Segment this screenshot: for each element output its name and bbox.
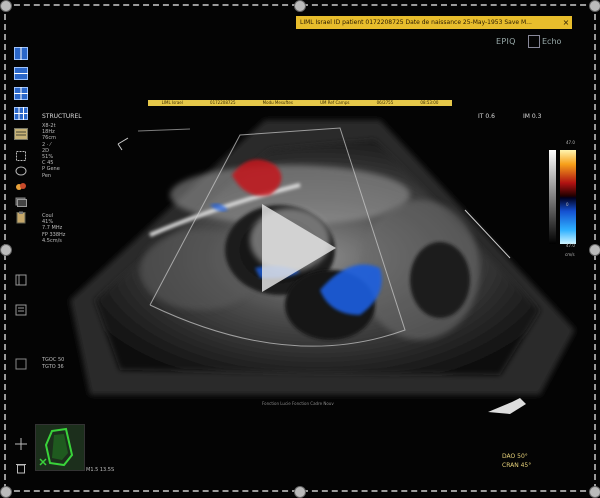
caption-text: Fonction Lucie Fonction Cadre Nouv (262, 401, 334, 406)
color-velocity-scale (560, 150, 576, 244)
gray-scale-bar (549, 150, 556, 244)
play-button[interactable] (258, 200, 340, 296)
angles-line: CRAN 45° (502, 462, 532, 469)
c-arm-angles: DAO 50° CRAN 45° (502, 452, 531, 470)
probe-thumbnail-icon[interactable] (35, 424, 85, 471)
scale-max-label: 47.0 (566, 140, 575, 145)
scale-zero-label: 0 (566, 202, 569, 207)
angles-line: DAO 50° (502, 453, 528, 460)
scale-min-label: 47.0 (566, 243, 575, 248)
probe-readout: M1.5 13.5S (86, 467, 115, 473)
ultrasound-viewer: LIML Israel ID patient 0172208725 Date d… (0, 0, 600, 498)
scale-unit-label: cm/s (565, 252, 575, 257)
